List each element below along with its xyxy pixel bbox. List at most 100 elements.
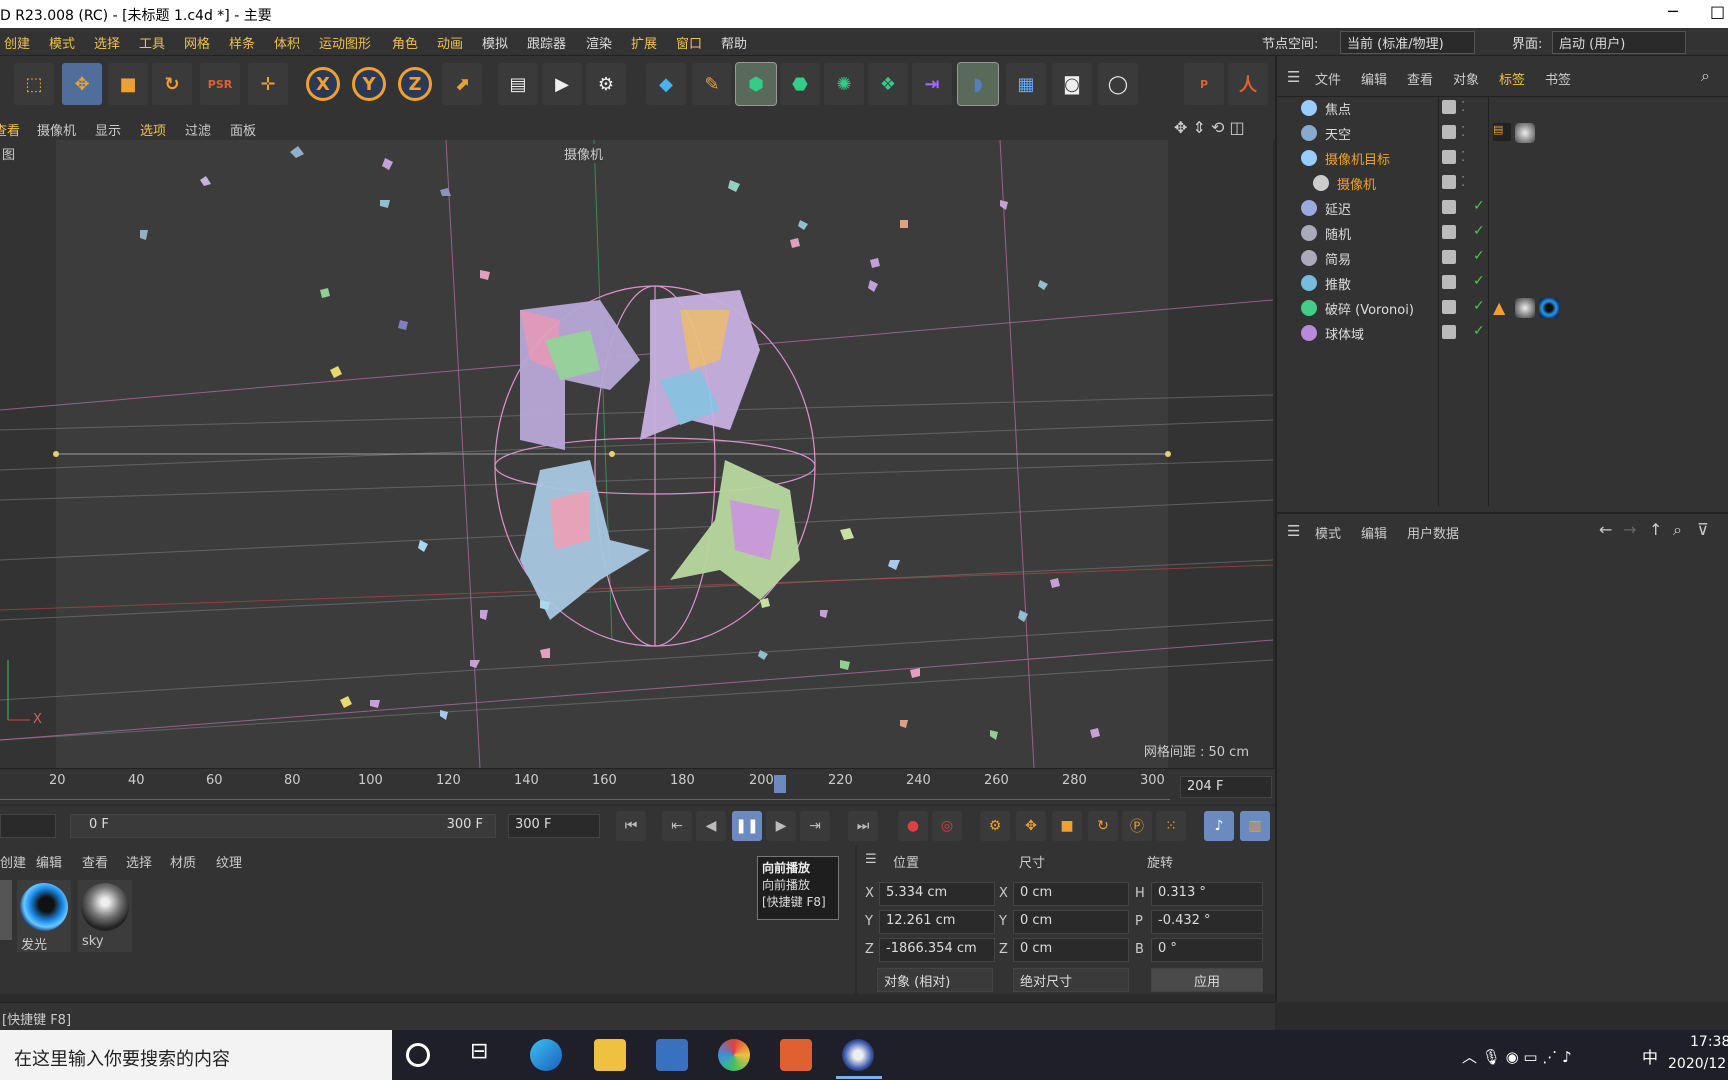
next-key-icon[interactable]: ⇥ xyxy=(800,811,830,841)
minimize-icon[interactable]: ─ xyxy=(1668,2,1678,21)
z-axis-lock-button[interactable]: Z xyxy=(398,67,432,101)
edit-toggle-icon[interactable] xyxy=(1442,125,1456,139)
playhead[interactable] xyxy=(774,775,786,793)
om-menu-icon[interactable]: ☰ xyxy=(1287,68,1300,86)
edit-toggle-icon[interactable] xyxy=(1442,100,1456,114)
visibility-dots-icon[interactable]: ⁚ xyxy=(1461,125,1467,140)
vp-menu-options[interactable]: 选项 xyxy=(140,120,166,139)
edit-toggle-icon[interactable] xyxy=(1442,150,1456,164)
rotate-tool-icon[interactable]: ↻ xyxy=(152,63,192,105)
size-z-field[interactable]: 0 cm xyxy=(1013,938,1129,962)
key-param-icon[interactable]: Ⓟ xyxy=(1122,811,1152,841)
viewport-nav-icons[interactable]: ✥ ⇕ ⟲ ◫ xyxy=(1174,118,1245,137)
object-row-focus[interactable]: 焦点 ⁚ xyxy=(1277,96,1728,120)
cube-icon[interactable]: ◆ xyxy=(646,63,686,105)
rot-p-field[interactable]: -0.432 ° xyxy=(1151,910,1263,934)
object-row-delay[interactable]: 延迟 ✓ xyxy=(1277,196,1728,220)
frame-range-slider[interactable]: 0 F 300 F xyxy=(70,814,496,838)
om-menu-tags[interactable]: 标签 xyxy=(1499,69,1525,88)
light-icon[interactable]: ◯ xyxy=(1098,63,1138,105)
material-sky[interactable]: sky xyxy=(78,880,132,952)
menu-window[interactable]: 窗口 xyxy=(676,33,702,52)
render-settings-icon[interactable]: ⚙ xyxy=(586,63,626,105)
edit-toggle-icon[interactable] xyxy=(1442,250,1456,264)
enabled-check-icon[interactable]: ✓ xyxy=(1473,223,1485,239)
vp-menu-panel[interactable]: 面板 xyxy=(230,120,256,139)
extrude-icon[interactable]: ⬣ xyxy=(780,63,820,105)
clock-date[interactable]: 2020/12 xyxy=(1668,1056,1726,1072)
am-menu-icon[interactable]: ☰ xyxy=(1287,522,1300,540)
size-y-field[interactable]: 0 cm xyxy=(1013,910,1129,934)
am-menu-user-data[interactable]: 用户数据 xyxy=(1407,523,1459,542)
interface-select[interactable]: 启动 (用户) xyxy=(1552,31,1687,54)
record-key-icon[interactable]: ● xyxy=(898,811,928,841)
object-row-push-apart[interactable]: 推散 ✓ xyxy=(1277,271,1728,295)
vp-menu-cameras[interactable]: 摄像机 xyxy=(37,120,76,139)
enabled-check-icon[interactable]: ✓ xyxy=(1473,248,1485,264)
edge-browser-icon[interactable] xyxy=(530,1039,562,1071)
rot-b-field[interactable]: 0 ° xyxy=(1151,938,1263,962)
om-menu-bookmarks[interactable]: 书签 xyxy=(1545,69,1571,88)
back-arrow-icon[interactable]: ← xyxy=(1599,520,1612,539)
photos-app-icon[interactable] xyxy=(718,1039,750,1071)
min-frame-field[interactable] xyxy=(0,814,56,838)
play-forward-button[interactable]: ❚❚ xyxy=(732,811,762,841)
object-row-plain[interactable]: 简易 ✓ xyxy=(1277,246,1728,270)
cortana-icon[interactable] xyxy=(406,1043,430,1067)
key-position-icon[interactable]: ✥ xyxy=(1016,811,1046,841)
menu-help[interactable]: 帮助 xyxy=(721,33,747,52)
mat-menu-select[interactable]: 选择 xyxy=(126,852,152,871)
material-glow[interactable]: 发光 xyxy=(17,880,71,953)
menu-select[interactable]: 选择 xyxy=(94,33,120,52)
object-row-camera[interactable]: 摄像机 ⁚ xyxy=(1277,171,1728,195)
current-frame-field[interactable]: 204 F xyxy=(1180,776,1272,798)
node-space-select[interactable]: 当前 (标准/物理) xyxy=(1340,31,1475,54)
compositing-tag-icon[interactable]: ▤ xyxy=(1493,123,1511,141)
camera-icon[interactable]: ◙ xyxy=(1052,63,1092,105)
previous-key-icon[interactable]: ⇤ xyxy=(662,811,692,841)
menu-mesh[interactable]: 网格 xyxy=(184,33,210,52)
visibility-dots-icon[interactable]: ⁚ xyxy=(1461,100,1467,115)
max-frame-field[interactable]: 300 F xyxy=(508,814,600,838)
menu-create[interactable]: 创建 xyxy=(4,33,30,52)
apply-button[interactable]: 应用 xyxy=(1151,968,1263,992)
menu-spline[interactable]: 样条 xyxy=(229,33,255,52)
menu-tracker[interactable]: 跟踪器 xyxy=(527,33,566,52)
search-icon[interactable]: ⌕ xyxy=(1701,66,1710,86)
go-to-end-icon[interactable]: ⏭ xyxy=(848,811,878,841)
om-menu-view[interactable]: 查看 xyxy=(1407,69,1433,88)
coordinate-mode-select[interactable]: 对象 (相对) xyxy=(877,968,993,992)
edit-toggle-icon[interactable] xyxy=(1442,300,1456,314)
task-view-icon[interactable]: ⊟ xyxy=(470,1039,502,1071)
menu-mograph[interactable]: 运动图形 xyxy=(319,33,371,52)
store-icon[interactable] xyxy=(656,1039,688,1071)
taskbar-search-box[interactable]: 在这里输入你要搜索的内容 xyxy=(0,1030,392,1080)
menu-tools[interactable]: 工具 xyxy=(139,33,165,52)
material-tag-icon[interactable] xyxy=(1515,123,1535,143)
pen-icon[interactable]: ✎ xyxy=(692,63,732,105)
live-select-icon[interactable]: ⬚ xyxy=(14,63,54,105)
vp-menu-filter[interactable]: 过滤 xyxy=(185,120,211,139)
object-row-sky[interactable]: 天空 ⁚ ▤ xyxy=(1277,121,1728,145)
ime-indicator[interactable]: 中 xyxy=(1642,1044,1658,1068)
cloner-icon[interactable]: ✺ xyxy=(824,63,864,105)
pos-x-field[interactable]: 5.334 cm xyxy=(879,882,995,906)
coordinate-system-icon[interactable]: ⬈ xyxy=(442,63,482,105)
3d-viewport[interactable]: 图 摄像机 X 网格间距 : 50 cm xyxy=(0,140,1273,768)
am-menu-mode[interactable]: 模式 xyxy=(1315,523,1341,542)
edit-toggle-icon[interactable] xyxy=(1442,175,1456,189)
psr-reset-icon[interactable]: PSR xyxy=(200,63,240,105)
material-partial[interactable] xyxy=(0,880,12,940)
clock-time[interactable]: 17:38 xyxy=(1690,1034,1728,1050)
menu-mode[interactable]: 模式 xyxy=(49,33,75,52)
menu-simulate[interactable]: 模拟 xyxy=(482,33,508,52)
om-menu-edit[interactable]: 编辑 xyxy=(1361,69,1387,88)
enabled-check-icon[interactable]: ✓ xyxy=(1473,273,1485,289)
image-app-icon[interactable] xyxy=(780,1039,812,1071)
render-view-icon[interactable]: ▤ xyxy=(498,63,538,105)
y-axis-lock-button[interactable]: Y xyxy=(352,67,386,101)
menu-extensions[interactable]: 扩展 xyxy=(631,33,657,52)
edit-toggle-icon[interactable] xyxy=(1442,225,1456,239)
size-mode-select[interactable]: 绝对尺寸 xyxy=(1013,968,1129,992)
subdivision-surface-icon[interactable]: ⬢ xyxy=(735,62,777,106)
